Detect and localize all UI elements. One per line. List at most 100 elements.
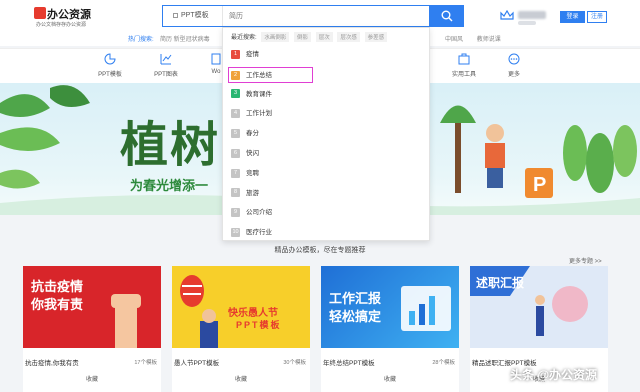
search-box: PPT模板 (162, 5, 430, 27)
favorite-button[interactable]: 收藏 (23, 374, 161, 383)
hot-search-items[interactable]: 简历 新型冠状病毒 (160, 34, 210, 43)
word-icon (211, 53, 221, 65)
suggestion-item[interactable]: 6 快闪 (231, 146, 423, 162)
suggestion-item[interactable]: 8 旅游 (231, 186, 423, 202)
rank-badge: 4 (231, 109, 240, 119)
nav-label: 更多 (507, 72, 520, 78)
suggestion-item[interactable]: 10 医疗行业 (231, 225, 423, 241)
logo-text: 办公资源 (47, 9, 91, 21)
vip-crown-icon (500, 10, 514, 20)
suggestion-item[interactable]: 9 公司介绍 (231, 205, 423, 221)
card-thumbnail: 述职汇报 (470, 266, 608, 348)
topic-card[interactable]: 快乐愚人节 PPT模板 愚人节PPT模板 30个模板 收藏 (172, 266, 310, 392)
topic-card[interactable]: 抗击疫情 你我有责 抗击疫情,你我有责 17个模板 收藏 (23, 266, 161, 392)
search-suggestion-dropdown: 最近搜索: 水画倒影 倒影 层次 层次感 参差感 1 疫情 2 工作总结 3 教育课件 4 工… (222, 27, 430, 241)
card-count: 28个模板 (432, 360, 455, 366)
card-name[interactable]: 抗击疫情,你我有责 (25, 357, 79, 367)
card-img-line2: PPT模板 (236, 320, 282, 330)
user-name-blurred[interactable] (518, 11, 546, 19)
suggestion-label: 医疗行业 (246, 229, 272, 237)
suggestion-label: 教育课件 (246, 90, 272, 98)
card-name[interactable]: 年终总结PPT模板 (323, 357, 375, 367)
hot-search-right: 中国风 教师说课 (445, 34, 513, 43)
card-img-line2: 轻松搞定 (329, 309, 382, 324)
section-title: 精品办公模板，尽在专题推荐 (274, 247, 366, 254)
suggestion-label: 疫情 (246, 51, 259, 58)
hot-search-item[interactable]: 中国风 (445, 37, 463, 43)
logo-mark-icon (34, 7, 46, 19)
rank-badge: 6 (231, 148, 240, 158)
site-logo[interactable]: 办公资源 办公文档存存办公资源 (34, 6, 91, 28)
search-button[interactable] (430, 5, 464, 27)
nav-item-ppt[interactable]: PPT模板 (90, 53, 130, 78)
more-icon (508, 53, 520, 65)
card-img-line1: 述职汇报 (476, 276, 525, 290)
suggestion-item[interactable]: 3 教育课件 (231, 87, 423, 103)
topic-card[interactable]: 工作汇报 轻松搞定 年终总结PPT模板 28个模板 收藏 (321, 266, 459, 392)
rank-badge: 5 (231, 128, 240, 138)
suggestion-item[interactable]: 2 工作总结 (228, 66, 313, 83)
ppt-icon (104, 53, 116, 65)
rank-badge: 2 (231, 70, 240, 80)
suggestion-item[interactable]: 7 竞聘 (231, 166, 423, 182)
svg-text:P: P (533, 174, 546, 196)
suggestion-item[interactable]: 5 春分 (231, 126, 423, 142)
card-img-line1: 抗击疫情 (31, 279, 84, 294)
suggestion-label: 工作总结 (246, 71, 272, 79)
logo-subtitle: 办公文档存存办公资源 (36, 22, 87, 28)
rank-badge: 1 (231, 49, 240, 59)
suggestion-label: 竞聘 (246, 169, 259, 177)
card-img-line1: 工作汇报 (329, 291, 382, 306)
banner-subtitle: 为春光增添一 (130, 178, 209, 193)
watermark: 头条 @办公资源 (510, 368, 598, 382)
rank-badge: 7 (231, 168, 240, 178)
suggestion-label: 春分 (246, 130, 259, 138)
card-count: 30个模板 (283, 360, 306, 366)
recent-tag[interactable]: 层次 (315, 32, 333, 42)
recent-tag[interactable]: 参差感 (364, 32, 388, 42)
recent-searches: 最近搜索: 水画倒影 倒影 层次 层次感 参差感 (231, 32, 388, 42)
recent-tag[interactable]: 层次感 (337, 32, 360, 42)
rank-badge: 10 (231, 227, 240, 237)
rank-badge: 9 (231, 208, 240, 218)
card-count: 17个模板 (134, 360, 157, 366)
recent-tag[interactable]: 倒影 (294, 32, 312, 42)
card-thumbnail: 抗击疫情 你我有责 (23, 266, 161, 348)
nav-label: 实用工具 (451, 72, 476, 78)
suggestion-label: 快闪 (246, 150, 259, 157)
suggestion-item[interactable]: 4 工作计划 (231, 106, 423, 122)
nav-item-tools[interactable]: 实用工具 (444, 53, 484, 78)
card-name[interactable]: 愚人节PPT模板 (174, 357, 219, 367)
hot-search-item[interactable]: 教师说课 (477, 37, 501, 43)
login-button[interactable]: 登录 (560, 11, 585, 23)
more-topics-link[interactable]: 更多专题 >> (569, 256, 602, 265)
suggestion-label: 旅游 (246, 189, 259, 197)
card-img-line1: 快乐愚人节 (228, 308, 278, 319)
nav-label: PPT模板 (98, 72, 122, 78)
nav-label: PPT图表 (154, 72, 178, 78)
card-img-line2: 你我有责 (31, 297, 84, 312)
category-icon (173, 12, 178, 18)
rank-badge: 3 (231, 89, 240, 99)
favorite-button[interactable]: 收藏 (172, 374, 310, 383)
favorite-button[interactable]: 收藏 (321, 374, 459, 383)
search-category-label: PPT模板 (181, 12, 209, 19)
card-thumbnail: 快乐愚人节 PPT模板 (172, 266, 310, 348)
user-sub-blurred (518, 21, 536, 25)
chart-icon (160, 54, 172, 65)
search-icon (441, 10, 453, 22)
nav-item-chart[interactable]: PPT图表 (146, 53, 186, 78)
card-thumbnail: 工作汇报 轻松搞定 (321, 266, 459, 348)
hot-search-label: 热门搜索: (128, 37, 154, 43)
rank-badge: 8 (231, 188, 240, 198)
banner-title: 植树 (120, 117, 221, 173)
nav-item-more[interactable]: 更多 (494, 53, 534, 78)
suggestion-label: 公司介绍 (246, 209, 272, 217)
search-input[interactable] (229, 6, 389, 26)
register-button[interactable]: 注册 (587, 11, 607, 23)
recent-searches-label: 最近搜索: (231, 35, 257, 41)
suggestion-label: 工作计划 (246, 110, 272, 118)
suggestion-item[interactable]: 1 疫情 (231, 47, 423, 63)
search-category-select[interactable]: PPT模板 (163, 6, 223, 26)
recent-tag[interactable]: 水画倒影 (261, 32, 290, 42)
